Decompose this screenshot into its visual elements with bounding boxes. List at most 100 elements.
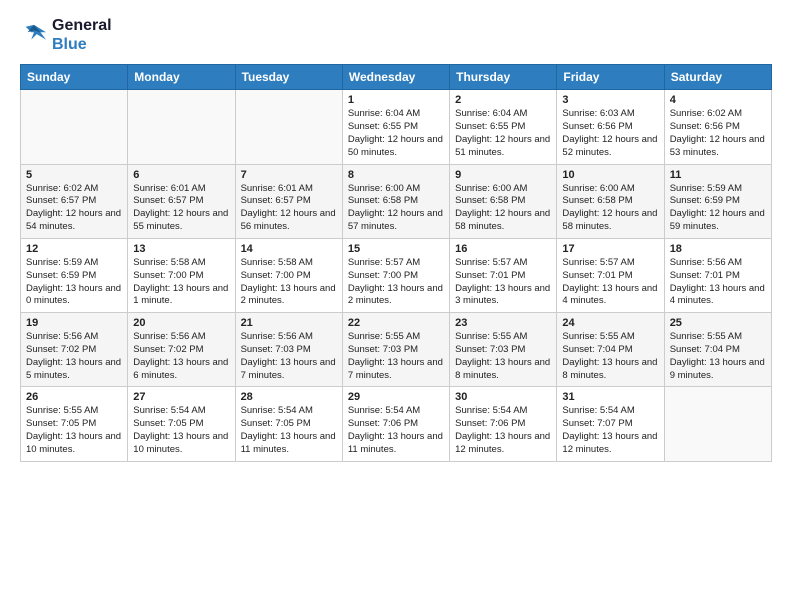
day-detail: Sunrise: 6:04 AM Sunset: 6:55 PM Dayligh…	[455, 108, 551, 159]
sunrise-label: Sunrise: 5:59 AM	[26, 257, 98, 268]
day-detail: Sunrise: 5:55 AM Sunset: 7:04 PM Dayligh…	[670, 331, 766, 382]
sunset-label: Sunset: 7:04 PM	[562, 344, 632, 355]
sunset-label: Sunset: 7:03 PM	[348, 344, 418, 355]
daylight-label: Daylight: 13 hours and 5 minutes.	[26, 357, 121, 381]
day-detail: Sunrise: 5:55 AM Sunset: 7:03 PM Dayligh…	[455, 331, 551, 382]
logo: General Blue	[20, 16, 112, 54]
daylight-label: Daylight: 13 hours and 11 minutes.	[348, 431, 443, 455]
sunset-label: Sunset: 6:59 PM	[26, 270, 96, 281]
daylight-label: Daylight: 12 hours and 52 minutes.	[562, 134, 657, 158]
sunrise-label: Sunrise: 5:54 AM	[241, 405, 313, 416]
calendar-cell: 8 Sunrise: 6:00 AM Sunset: 6:58 PM Dayli…	[342, 164, 449, 238]
logo-icon	[20, 23, 48, 47]
day-number: 10	[562, 169, 658, 181]
day-detail: Sunrise: 5:54 AM Sunset: 7:07 PM Dayligh…	[562, 405, 658, 456]
day-detail: Sunrise: 5:56 AM Sunset: 7:02 PM Dayligh…	[133, 331, 229, 382]
daylight-label: Daylight: 13 hours and 7 minutes.	[241, 357, 336, 381]
sunset-label: Sunset: 7:05 PM	[133, 418, 203, 429]
day-number: 30	[455, 391, 551, 403]
daylight-label: Daylight: 13 hours and 8 minutes.	[455, 357, 550, 381]
daylight-label: Daylight: 13 hours and 7 minutes.	[348, 357, 443, 381]
sunset-label: Sunset: 7:01 PM	[670, 270, 740, 281]
calendar-cell	[128, 90, 235, 164]
sunrise-label: Sunrise: 5:55 AM	[562, 331, 634, 342]
day-number: 27	[133, 391, 229, 403]
day-number: 8	[348, 169, 444, 181]
daylight-label: Daylight: 13 hours and 9 minutes.	[670, 357, 765, 381]
sunset-label: Sunset: 7:00 PM	[348, 270, 418, 281]
sunrise-label: Sunrise: 5:54 AM	[455, 405, 527, 416]
day-detail: Sunrise: 6:00 AM Sunset: 6:58 PM Dayligh…	[348, 183, 444, 234]
weekday-header-sunday: Sunday	[21, 65, 128, 90]
day-detail: Sunrise: 5:55 AM Sunset: 7:03 PM Dayligh…	[348, 331, 444, 382]
daylight-label: Daylight: 12 hours and 57 minutes.	[348, 208, 443, 232]
daylight-label: Daylight: 12 hours and 50 minutes.	[348, 134, 443, 158]
day-detail: Sunrise: 5:56 AM Sunset: 7:01 PM Dayligh…	[670, 257, 766, 308]
calendar-cell	[235, 90, 342, 164]
daylight-label: Daylight: 13 hours and 10 minutes.	[26, 431, 121, 455]
sunset-label: Sunset: 6:58 PM	[562, 195, 632, 206]
day-number: 9	[455, 169, 551, 181]
sunset-label: Sunset: 7:02 PM	[26, 344, 96, 355]
daylight-label: Daylight: 13 hours and 6 minutes.	[133, 357, 228, 381]
sunrise-label: Sunrise: 6:02 AM	[670, 108, 742, 119]
calendar-cell: 13 Sunrise: 5:58 AM Sunset: 7:00 PM Dayl…	[128, 238, 235, 312]
sunset-label: Sunset: 6:55 PM	[348, 121, 418, 132]
calendar-cell: 4 Sunrise: 6:02 AM Sunset: 6:56 PM Dayli…	[664, 90, 771, 164]
day-number: 11	[670, 169, 766, 181]
sunrise-label: Sunrise: 5:57 AM	[562, 257, 634, 268]
day-number: 25	[670, 317, 766, 329]
day-detail: Sunrise: 5:55 AM Sunset: 7:05 PM Dayligh…	[26, 405, 122, 456]
day-number: 24	[562, 317, 658, 329]
sunrise-label: Sunrise: 5:56 AM	[133, 331, 205, 342]
day-detail: Sunrise: 6:02 AM Sunset: 6:57 PM Dayligh…	[26, 183, 122, 234]
calendar-cell: 15 Sunrise: 5:57 AM Sunset: 7:00 PM Dayl…	[342, 238, 449, 312]
sunrise-label: Sunrise: 5:55 AM	[26, 405, 98, 416]
day-detail: Sunrise: 5:56 AM Sunset: 7:03 PM Dayligh…	[241, 331, 337, 382]
day-number: 15	[348, 243, 444, 255]
sunset-label: Sunset: 6:58 PM	[455, 195, 525, 206]
sunset-label: Sunset: 7:07 PM	[562, 418, 632, 429]
daylight-label: Daylight: 12 hours and 54 minutes.	[26, 208, 121, 232]
sunrise-label: Sunrise: 6:00 AM	[455, 183, 527, 194]
day-number: 4	[670, 94, 766, 106]
sunrise-label: Sunrise: 6:01 AM	[241, 183, 313, 194]
day-number: 1	[348, 94, 444, 106]
sunset-label: Sunset: 6:58 PM	[348, 195, 418, 206]
sunrise-label: Sunrise: 5:54 AM	[133, 405, 205, 416]
day-number: 14	[241, 243, 337, 255]
day-detail: Sunrise: 5:58 AM Sunset: 7:00 PM Dayligh…	[241, 257, 337, 308]
sunrise-label: Sunrise: 6:04 AM	[348, 108, 420, 119]
daylight-label: Daylight: 13 hours and 12 minutes.	[455, 431, 550, 455]
calendar-cell: 31 Sunrise: 5:54 AM Sunset: 7:07 PM Dayl…	[557, 387, 664, 461]
calendar-cell: 7 Sunrise: 6:01 AM Sunset: 6:57 PM Dayli…	[235, 164, 342, 238]
sunset-label: Sunset: 7:05 PM	[241, 418, 311, 429]
daylight-label: Daylight: 12 hours and 55 minutes.	[133, 208, 228, 232]
weekday-header-saturday: Saturday	[664, 65, 771, 90]
day-detail: Sunrise: 5:59 AM Sunset: 6:59 PM Dayligh…	[670, 183, 766, 234]
sunrise-label: Sunrise: 5:57 AM	[348, 257, 420, 268]
weekday-header-thursday: Thursday	[450, 65, 557, 90]
day-number: 12	[26, 243, 122, 255]
daylight-label: Daylight: 13 hours and 12 minutes.	[562, 431, 657, 455]
sunrise-label: Sunrise: 5:59 AM	[670, 183, 742, 194]
calendar-cell	[21, 90, 128, 164]
daylight-label: Daylight: 13 hours and 10 minutes.	[133, 431, 228, 455]
weekday-header-tuesday: Tuesday	[235, 65, 342, 90]
calendar-cell: 20 Sunrise: 5:56 AM Sunset: 7:02 PM Dayl…	[128, 313, 235, 387]
calendar-cell: 30 Sunrise: 5:54 AM Sunset: 7:06 PM Dayl…	[450, 387, 557, 461]
sunset-label: Sunset: 6:57 PM	[241, 195, 311, 206]
calendar-table: SundayMondayTuesdayWednesdayThursdayFrid…	[20, 64, 772, 461]
calendar-cell	[664, 387, 771, 461]
day-number: 3	[562, 94, 658, 106]
daylight-label: Daylight: 12 hours and 58 minutes.	[562, 208, 657, 232]
day-number: 18	[670, 243, 766, 255]
calendar-week-row: 26 Sunrise: 5:55 AM Sunset: 7:05 PM Dayl…	[21, 387, 772, 461]
sunset-label: Sunset: 6:57 PM	[26, 195, 96, 206]
logo-general: General	[52, 16, 112, 35]
calendar-cell: 27 Sunrise: 5:54 AM Sunset: 7:05 PM Dayl…	[128, 387, 235, 461]
sunrise-label: Sunrise: 6:01 AM	[133, 183, 205, 194]
calendar-cell: 16 Sunrise: 5:57 AM Sunset: 7:01 PM Dayl…	[450, 238, 557, 312]
logo-blue: Blue	[52, 35, 112, 54]
calendar-cell: 19 Sunrise: 5:56 AM Sunset: 7:02 PM Dayl…	[21, 313, 128, 387]
